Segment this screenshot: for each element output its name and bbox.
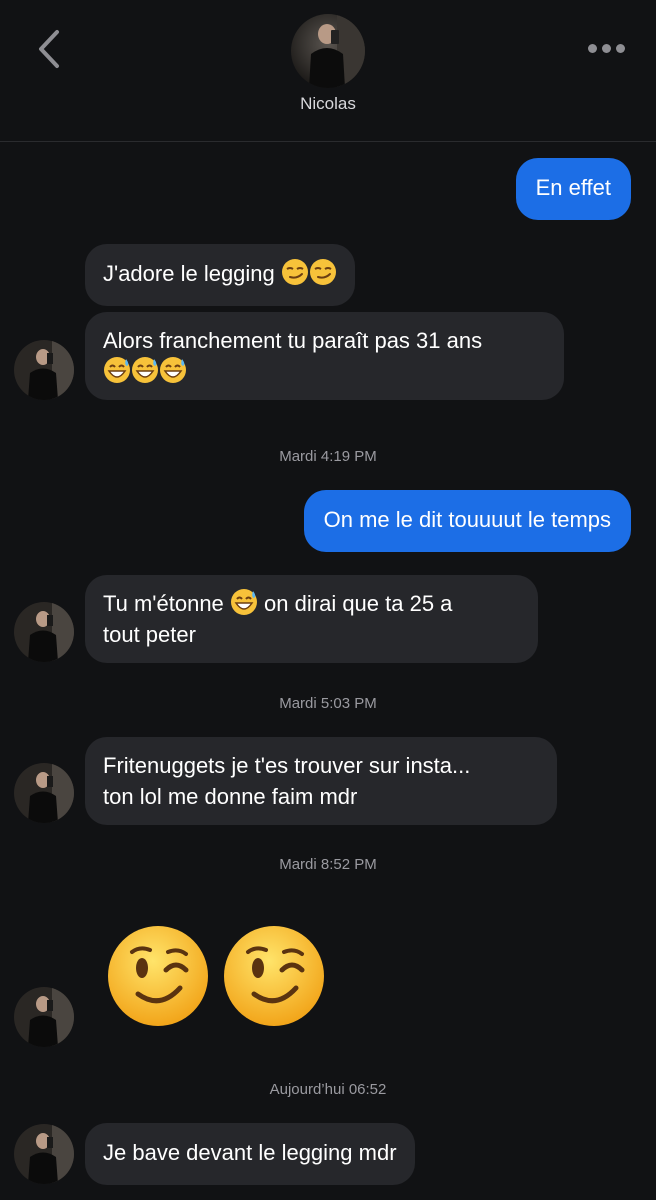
message-incoming[interactable]: Fritenuggets je t'es trouver sur insta..… xyxy=(85,737,557,825)
sender-avatar[interactable] xyxy=(14,340,74,400)
sender-avatar[interactable] xyxy=(14,987,74,1047)
more-options-button[interactable] xyxy=(586,36,628,60)
winking-face-emoji-icon xyxy=(106,924,210,1028)
message-emoji-row xyxy=(103,356,546,387)
smirk-emoji-icon xyxy=(309,258,337,286)
timestamp: Aujourd’hui 06:52 xyxy=(269,1081,387,1098)
message-incoming[interactable]: J'adore le legging xyxy=(85,244,355,306)
message-text: On me le dit touuuut le temps xyxy=(323,507,611,532)
message-text: tout peter xyxy=(103,622,196,647)
message-text: En effet xyxy=(535,175,611,200)
message-incoming[interactable]: Je bave devant le legging mdr xyxy=(85,1123,415,1185)
grin-sweat-emoji-icon xyxy=(103,356,131,384)
timestamp: Mardi 8:52 PM xyxy=(279,856,377,873)
contact-avatar[interactable] xyxy=(291,14,365,88)
grin-sweat-emoji-icon xyxy=(230,588,258,616)
winking-face-emoji-icon xyxy=(222,924,326,1028)
message-text: Je bave devant le legging mdr xyxy=(103,1140,397,1165)
message-outgoing[interactable]: On me le dit touuuut le temps xyxy=(303,490,631,552)
message-text: Alors franchement tu paraît pas 31 ans xyxy=(103,328,483,353)
message-text: Fritenuggets je t'es trouver sur insta..… xyxy=(103,753,471,778)
message-incoming[interactable]: Alors franchement tu paraît pas 31 ans xyxy=(85,312,564,400)
message-text: Tu m'étonne xyxy=(103,591,224,616)
sender-avatar[interactable] xyxy=(14,763,74,823)
message-text: on dirai que ta 25 a xyxy=(264,591,453,616)
grin-sweat-emoji-icon xyxy=(159,356,187,384)
sender-avatar[interactable] xyxy=(14,1124,74,1184)
smirk-emoji-icon xyxy=(281,258,309,286)
more-horizontal-icon xyxy=(588,44,597,53)
message-text: J'adore le legging xyxy=(103,261,275,286)
contact-name[interactable]: Nicolas xyxy=(0,94,656,114)
back-button[interactable] xyxy=(30,26,70,72)
sender-avatar[interactable] xyxy=(14,602,74,662)
message-outgoing[interactable]: En effet xyxy=(515,158,631,220)
timestamp: Mardi 4:19 PM xyxy=(279,448,377,465)
timestamp: Mardi 5:03 PM xyxy=(279,695,377,712)
message-text: ton lol me donne faim mdr xyxy=(103,784,358,809)
message-incoming[interactable]: Tu m'étonne on dirai que ta 25 a tout pe… xyxy=(85,575,538,663)
chevron-left-icon xyxy=(39,30,59,68)
chat-header: Nicolas xyxy=(0,0,656,142)
message-incoming-emoji[interactable] xyxy=(106,924,326,1028)
grin-sweat-emoji-icon xyxy=(131,356,159,384)
